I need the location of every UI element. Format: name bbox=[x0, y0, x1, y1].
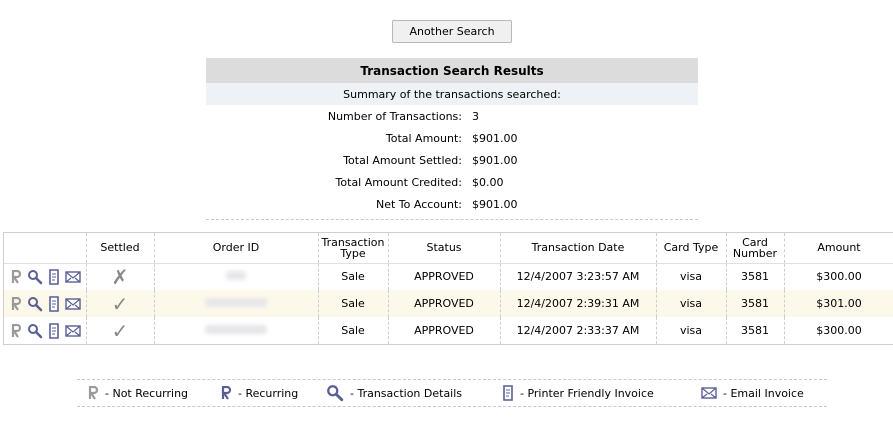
invoice-icon bbox=[503, 385, 513, 401]
table-row: ✗ Sale APPROVED 12/4/2007 3:23:57 AM vis… bbox=[4, 263, 893, 290]
email-envelope-icon bbox=[701, 387, 717, 399]
order-id-redacted bbox=[205, 298, 267, 307]
header-card-number: Card Number bbox=[726, 233, 785, 264]
results-table: Settled Order ID Transaction Type Status … bbox=[4, 233, 893, 344]
type-cell: Sale bbox=[318, 263, 389, 290]
order-id-redacted bbox=[205, 325, 267, 334]
legend-transaction-details-label: - Transaction Details bbox=[350, 386, 463, 400]
header-card-number-line2: Number bbox=[732, 246, 778, 260]
icon-legend: - Not Recurring - Recurring - Transactio… bbox=[77, 379, 827, 407]
header-card-type: Card Type bbox=[656, 233, 727, 264]
status-cell: APPROVED bbox=[388, 290, 501, 317]
legend-recurring: - Recurring bbox=[220, 386, 298, 400]
date-cell: 12/4/2007 2:39:31 AM bbox=[500, 290, 657, 317]
amount-cell: $300.00 bbox=[784, 317, 893, 344]
header-amount: Amount bbox=[784, 233, 893, 264]
transaction-details-icon[interactable] bbox=[27, 296, 43, 312]
legend-recurring-label: - Recurring bbox=[238, 386, 299, 400]
header-transaction-date: Transaction Date bbox=[500, 233, 657, 264]
summary-value: $901.00 bbox=[472, 197, 518, 211]
legend-printer-invoice: - Printer Friendly Invoice bbox=[502, 385, 654, 401]
legend-not-recurring-label: - Not Recurring bbox=[105, 386, 189, 400]
summary-row: Total Amount Settled: $901.00 bbox=[206, 149, 698, 171]
not-recurring-icon bbox=[88, 386, 99, 400]
recurring-icon bbox=[221, 386, 232, 400]
legend-transaction-details: - Transaction Details bbox=[326, 384, 462, 402]
summary-title: Transaction Search Results bbox=[206, 58, 698, 83]
header-status: Status bbox=[388, 233, 501, 264]
summary-row: Total Amount: $901.00 bbox=[206, 127, 698, 149]
summary-row: Net To Account: $901.00 bbox=[206, 193, 698, 215]
transaction-details-icon[interactable] bbox=[27, 323, 43, 339]
another-search-button[interactable]: Another Search bbox=[392, 20, 512, 43]
summary-label: Total Amount Settled: bbox=[343, 153, 462, 167]
legend-email-invoice: - Email Invoice bbox=[701, 387, 804, 400]
card-number-cell: 3581 bbox=[726, 317, 785, 344]
summary-label: Number of Transactions: bbox=[327, 109, 462, 123]
row-actions bbox=[4, 263, 87, 290]
legend-not-recurring: - Not Recurring bbox=[87, 386, 188, 400]
summary-subtitle: Summary of the transactions searched: bbox=[206, 83, 698, 105]
printer-invoice-icon[interactable] bbox=[46, 322, 62, 339]
order-id-redacted bbox=[226, 271, 246, 281]
not-recurring-icon[interactable] bbox=[8, 323, 24, 339]
settled-check-icon: ✓ bbox=[111, 291, 129, 316]
card-number-cell: 3581 bbox=[726, 290, 785, 317]
order-id-cell bbox=[154, 317, 319, 344]
header-actions bbox=[4, 233, 87, 264]
header-order-id: Order ID bbox=[154, 233, 319, 264]
table-row: ✓ Sale APPROVED 12/4/2007 2:39:31 AM vis… bbox=[4, 290, 893, 317]
amount-cell: $300.00 bbox=[784, 263, 893, 290]
row-actions bbox=[4, 290, 87, 317]
order-id-cell bbox=[154, 290, 319, 317]
email-invoice-icon[interactable] bbox=[65, 269, 81, 285]
magnifier-icon bbox=[327, 385, 344, 402]
type-cell: Sale bbox=[318, 290, 389, 317]
settled-check-icon: ✓ bbox=[111, 318, 129, 343]
order-id-cell bbox=[154, 263, 319, 290]
email-invoice-icon[interactable] bbox=[65, 323, 81, 339]
card-type-cell: visa bbox=[656, 317, 727, 344]
summary-value: $0.00 bbox=[472, 175, 504, 189]
summary-row: Number of Transactions: 3 bbox=[206, 105, 698, 127]
table-row: ✓ Sale APPROVED 12/4/2007 2:33:37 AM vis… bbox=[4, 317, 893, 344]
summary-label: Total Amount Credited: bbox=[335, 175, 462, 189]
summary-label: Net To Account: bbox=[375, 197, 462, 211]
header-settled: Settled bbox=[86, 233, 155, 264]
status-cell: APPROVED bbox=[388, 317, 501, 344]
printer-invoice-icon[interactable] bbox=[46, 295, 62, 312]
card-number-cell: 3581 bbox=[726, 263, 785, 290]
another-search-wrap: Another Search bbox=[392, 20, 512, 43]
summary-value: $901.00 bbox=[472, 153, 518, 167]
settled-cell: ✓ bbox=[86, 290, 155, 317]
row-actions bbox=[4, 317, 87, 344]
legend-email-invoice-label: - Email Invoice bbox=[723, 386, 804, 400]
legend-printer-invoice-label: - Printer Friendly Invoice bbox=[520, 386, 654, 400]
not-settled-icon: ✗ bbox=[111, 264, 129, 289]
table-header-row: Settled Order ID Transaction Type Status … bbox=[4, 233, 893, 264]
header-transaction-type-line2: Type bbox=[340, 246, 366, 260]
date-cell: 12/4/2007 2:33:37 AM bbox=[500, 317, 657, 344]
status-cell: APPROVED bbox=[388, 263, 501, 290]
summary-label: Total Amount: bbox=[385, 131, 462, 145]
card-type-cell: visa bbox=[656, 263, 727, 290]
settled-cell: ✓ bbox=[86, 317, 155, 344]
amount-cell: $301.00 bbox=[784, 290, 893, 317]
transaction-details-icon[interactable] bbox=[27, 269, 43, 285]
summary-value: $901.00 bbox=[472, 131, 518, 145]
not-recurring-icon[interactable] bbox=[8, 269, 24, 285]
card-type-cell: visa bbox=[656, 290, 727, 317]
email-invoice-icon[interactable] bbox=[65, 296, 81, 312]
not-recurring-icon[interactable] bbox=[8, 296, 24, 312]
summary-panel: Transaction Search Results Summary of th… bbox=[206, 58, 698, 220]
printer-invoice-icon[interactable] bbox=[46, 268, 62, 285]
type-cell: Sale bbox=[318, 317, 389, 344]
header-transaction-type: Transaction Type bbox=[318, 233, 389, 264]
date-cell: 12/4/2007 3:23:57 AM bbox=[500, 263, 657, 290]
summary-row: Total Amount Credited: $0.00 bbox=[206, 171, 698, 193]
summary-value: 3 bbox=[472, 109, 479, 123]
settled-cell: ✗ bbox=[86, 263, 155, 290]
results-table-wrap: Settled Order ID Transaction Type Status … bbox=[3, 232, 893, 345]
